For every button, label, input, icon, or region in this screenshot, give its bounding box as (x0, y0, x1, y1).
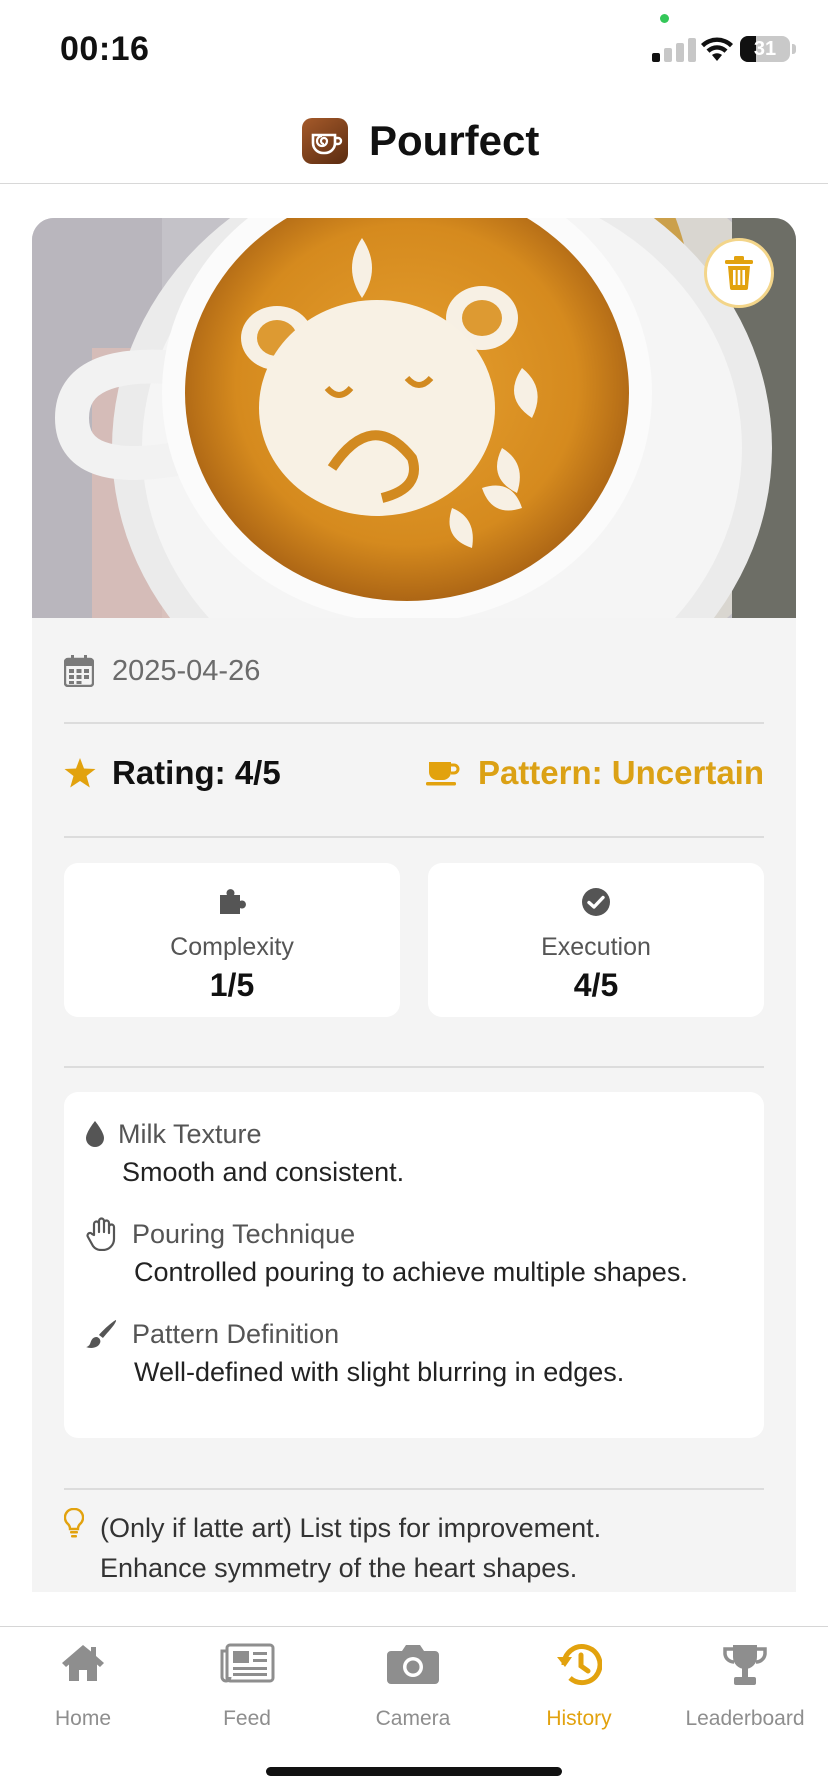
detail-text: Controlled pouring to achieve multiple s… (134, 1257, 688, 1287)
battery-tip (792, 44, 796, 54)
history-icon (557, 1644, 602, 1686)
divider (64, 1066, 764, 1068)
detail-label: Milk Texture (118, 1118, 262, 1149)
tab-home[interactable]: Home (0, 1627, 166, 1737)
divider (64, 722, 764, 724)
status-bar: 00:16 31 (0, 0, 828, 100)
execution-value: 4/5 (573, 967, 619, 1003)
execution-label: Execution (541, 933, 651, 961)
latte-art-photo (32, 218, 796, 618)
detail-pouring-technique: Pouring Technique Controlled pouring to … (86, 1214, 688, 1288)
newspaper-icon (220, 1643, 275, 1683)
history-entry-card: 2025-04-26 Rating: 4/5 Pattern: Uncertai… (32, 218, 796, 1592)
lightbulb-icon (64, 1508, 84, 1538)
brush-icon (86, 1320, 117, 1348)
puzzle-icon (220, 889, 246, 914)
battery-icon: 31 (740, 36, 790, 62)
detail-text: Smooth and consistent. (122, 1157, 405, 1187)
home-indicator (266, 1767, 562, 1776)
star-icon (64, 758, 96, 788)
detail-pattern-definition: Pattern Definition Well-defined with sli… (86, 1314, 624, 1388)
divider (64, 1488, 764, 1490)
entry-date-row: 2025-04-26 (64, 648, 260, 694)
detail-text: Well-defined with slight blurring in edg… (134, 1357, 625, 1387)
tab-label: Camera (375, 1707, 451, 1730)
improvement-tips: (Only if latte art) List tips for improv… (64, 1508, 764, 1588)
app-logo-icon (302, 118, 348, 164)
coffee-cup-icon (425, 762, 460, 786)
execution-card: Execution 4/5 (428, 863, 764, 1017)
detail-label: Pattern Definition (132, 1318, 340, 1349)
complexity-card: Complexity 1/5 (64, 863, 400, 1017)
battery-percentage: 31 (753, 38, 777, 60)
check-circle-icon (582, 888, 610, 916)
rating-label: Rating: 4/5 (112, 754, 281, 791)
app-title: Pourfect (369, 117, 540, 164)
trophy-icon (723, 1645, 767, 1685)
pattern: Pattern: Uncertain (425, 754, 764, 792)
app-header: Pourfect (0, 100, 828, 184)
rating: Rating: 4/5 (64, 754, 281, 792)
camera-icon (387, 1645, 439, 1684)
trash-icon (725, 256, 753, 290)
tab-label: History (546, 1707, 612, 1730)
tab-label: Leaderboard (685, 1707, 805, 1730)
tab-leaderboard[interactable]: Leaderboard (662, 1627, 828, 1737)
cellular-signal-icon (652, 36, 702, 62)
camera-indicator-dot (660, 14, 669, 23)
home-icon (62, 1645, 104, 1681)
complexity-label: Complexity (170, 933, 294, 961)
tab-camera[interactable]: Camera (330, 1627, 496, 1737)
rating-pattern-row: Rating: 4/5 Pattern: Uncertain (64, 746, 764, 806)
entry-date: 2025-04-26 (112, 654, 261, 687)
status-time: 00:16 (60, 30, 150, 68)
tip-line: (Only if latte art) List tips for improv… (100, 1513, 602, 1543)
hand-icon (86, 1217, 116, 1251)
pattern-label: Pattern: Uncertain (477, 754, 764, 791)
complexity-value: 1/5 (209, 967, 255, 1003)
wifi-icon (701, 37, 733, 61)
tab-history[interactable]: History (496, 1627, 662, 1737)
tab-feed[interactable]: Feed (164, 1627, 330, 1737)
tab-label: Feed (223, 1707, 271, 1730)
detail-milk-texture: Milk Texture Smooth and consistent. (86, 1114, 404, 1188)
droplet-icon (86, 1121, 104, 1147)
analysis-details-card: Milk Texture Smooth and consistent. Pour… (64, 1092, 764, 1438)
detail-label: Pouring Technique (132, 1218, 356, 1249)
tip-line: Enhance symmetry of the heart shapes. (100, 1553, 578, 1583)
tab-label: Home (54, 1707, 112, 1730)
calendar-icon (64, 655, 94, 687)
delete-button[interactable] (704, 238, 774, 308)
divider (64, 836, 764, 838)
